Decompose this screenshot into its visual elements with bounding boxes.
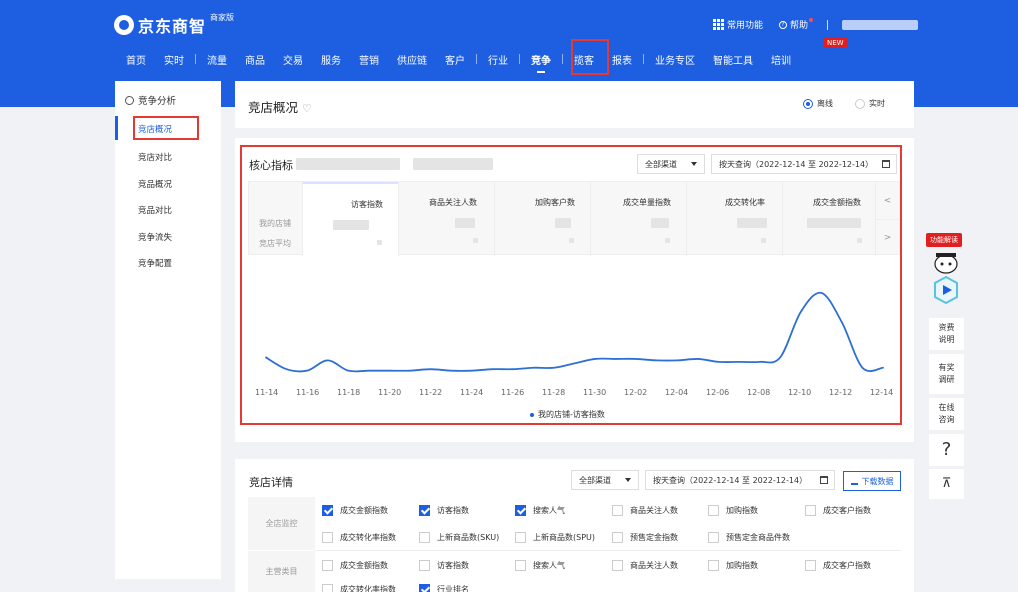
checkbox-new-sku[interactable]: 上新商品数(SKU) <box>419 532 499 543</box>
survey-button[interactable]: 有奖调研 <box>929 354 964 394</box>
checkbox-favorites[interactable]: 商品关注人数 <box>612 560 678 571</box>
checkbox-label: 商品关注人数 <box>630 561 678 570</box>
checkbox-box <box>419 505 430 516</box>
checkbox-sales-index[interactable]: 成交金额指数 <box>322 560 388 571</box>
checkbox-search-popularity[interactable]: 搜索人气 <box>515 560 565 571</box>
checkbox-search-popularity[interactable]: 搜索人气 <box>515 505 565 516</box>
checkbox-label: 成交转化率指数 <box>340 585 396 592</box>
checkbox-cart-index[interactable]: 加购指数 <box>708 560 758 571</box>
checkbox-label: 成交转化率指数 <box>340 533 396 542</box>
checkbox-sales-index[interactable]: 成交金额指数 <box>322 505 388 516</box>
back-to-top-icon: ⊼ <box>941 476 952 491</box>
calendar-icon <box>820 476 828 484</box>
checkbox-label: 访客指数 <box>437 506 469 515</box>
feature-guide-tag[interactable]: 功能解读 <box>926 233 962 247</box>
checkbox-box <box>612 560 623 571</box>
checkbox-favorites[interactable]: 商品关注人数 <box>612 505 678 516</box>
back-to-top-button[interactable]: ⊼ <box>929 469 964 499</box>
section-label: 主营类目 <box>248 551 315 592</box>
checkbox-visitor-index[interactable]: 访客指数 <box>419 560 469 571</box>
checkbox-box <box>805 505 816 516</box>
checkbox-label: 预售定金商品件数 <box>726 533 790 542</box>
checkbox-box <box>515 560 526 571</box>
checkbox-box <box>708 532 719 543</box>
checkbox-box <box>419 584 430 592</box>
checkbox-conversion-index[interactable]: 成交转化率指数 <box>322 532 396 543</box>
assistant-avatar[interactable] <box>929 250 964 306</box>
checkbox-box <box>515 532 526 543</box>
checkbox-label: 成交金额指数 <box>340 561 388 570</box>
checkbox-label: 访客指数 <box>437 561 469 570</box>
checkbox-box <box>612 505 623 516</box>
checkbox-box <box>612 532 623 543</box>
checkbox-label: 搜索人气 <box>533 506 565 515</box>
checkbox-label: 预售定金指数 <box>630 533 678 542</box>
checkbox-box <box>805 560 816 571</box>
detail-date-value: 按天查询（2022-12-14 至 2022-12-14） <box>653 475 808 485</box>
checkbox-box <box>322 505 333 516</box>
checkbox-label: 成交客户指数 <box>823 506 871 515</box>
checkbox-buyer-index[interactable]: 成交客户指数 <box>805 505 871 516</box>
download-icon <box>850 478 858 485</box>
checkbox-box <box>419 532 430 543</box>
checkbox-label: 成交客户指数 <box>823 561 871 570</box>
detail-title: 竞店详情 <box>249 476 293 489</box>
checkbox-box <box>515 505 526 516</box>
checkbox-box <box>708 505 719 516</box>
checkbox-presale-deposit[interactable]: 预售定金指数 <box>612 532 678 543</box>
checkbox-box <box>708 560 719 571</box>
checkbox-label: 加购指数 <box>726 506 758 515</box>
download-button[interactable]: 下载数据 <box>843 471 901 491</box>
pricing-info-button[interactable]: 资费说明 <box>929 318 964 350</box>
detail-channel-select[interactable]: 全部渠道 <box>571 470 639 490</box>
float-label: 有奖调研 <box>938 363 955 384</box>
checkbox-label: 商品关注人数 <box>630 506 678 515</box>
checkbox-label: 成交金额指数 <box>340 506 388 515</box>
highlight-box <box>240 145 902 425</box>
checkbox-label: 搜索人气 <box>533 561 565 570</box>
checkbox-box <box>322 532 333 543</box>
float-label: 资费说明 <box>938 323 955 344</box>
download-label: 下载数据 <box>861 476 894 486</box>
checkbox-visitor-index[interactable]: 访客指数 <box>419 505 469 516</box>
float-label: 在线咨询 <box>938 403 955 424</box>
online-consult-button[interactable]: 在线咨询 <box>929 398 964 430</box>
detail-date-picker[interactable]: 按天查询（2022-12-14 至 2022-12-14） <box>645 470 835 490</box>
caret-down-icon <box>625 478 631 482</box>
checkbox-label: 行业排名 <box>437 585 469 592</box>
checkbox-conversion-index[interactable]: 成交转化率指数 <box>322 584 396 592</box>
checkbox-new-spu[interactable]: 上新商品数(SPU) <box>515 532 595 543</box>
checkbox-industry-rank[interactable]: 行业排名 <box>419 584 469 592</box>
checkbox-box <box>322 584 333 592</box>
divider <box>315 550 901 551</box>
assistant-mascot-icon <box>934 253 958 305</box>
checkbox-box <box>419 560 430 571</box>
checkbox-cart-index[interactable]: 加购指数 <box>708 505 758 516</box>
detail-channel-value: 全部渠道 <box>579 475 611 485</box>
checkbox-buyer-index[interactable]: 成交客户指数 <box>805 560 871 571</box>
checkbox-label: 加购指数 <box>726 561 758 570</box>
section-label: 全店监控 <box>248 497 315 550</box>
checkbox-box <box>322 560 333 571</box>
checkbox-label: 上新商品数(SKU) <box>437 533 500 542</box>
question-icon: ? <box>941 439 952 460</box>
checkbox-label: 上新商品数(SPU) <box>533 533 595 542</box>
question-button[interactable]: ? <box>929 434 964 466</box>
checkbox-presale-items[interactable]: 预售定金商品件数 <box>708 532 790 543</box>
